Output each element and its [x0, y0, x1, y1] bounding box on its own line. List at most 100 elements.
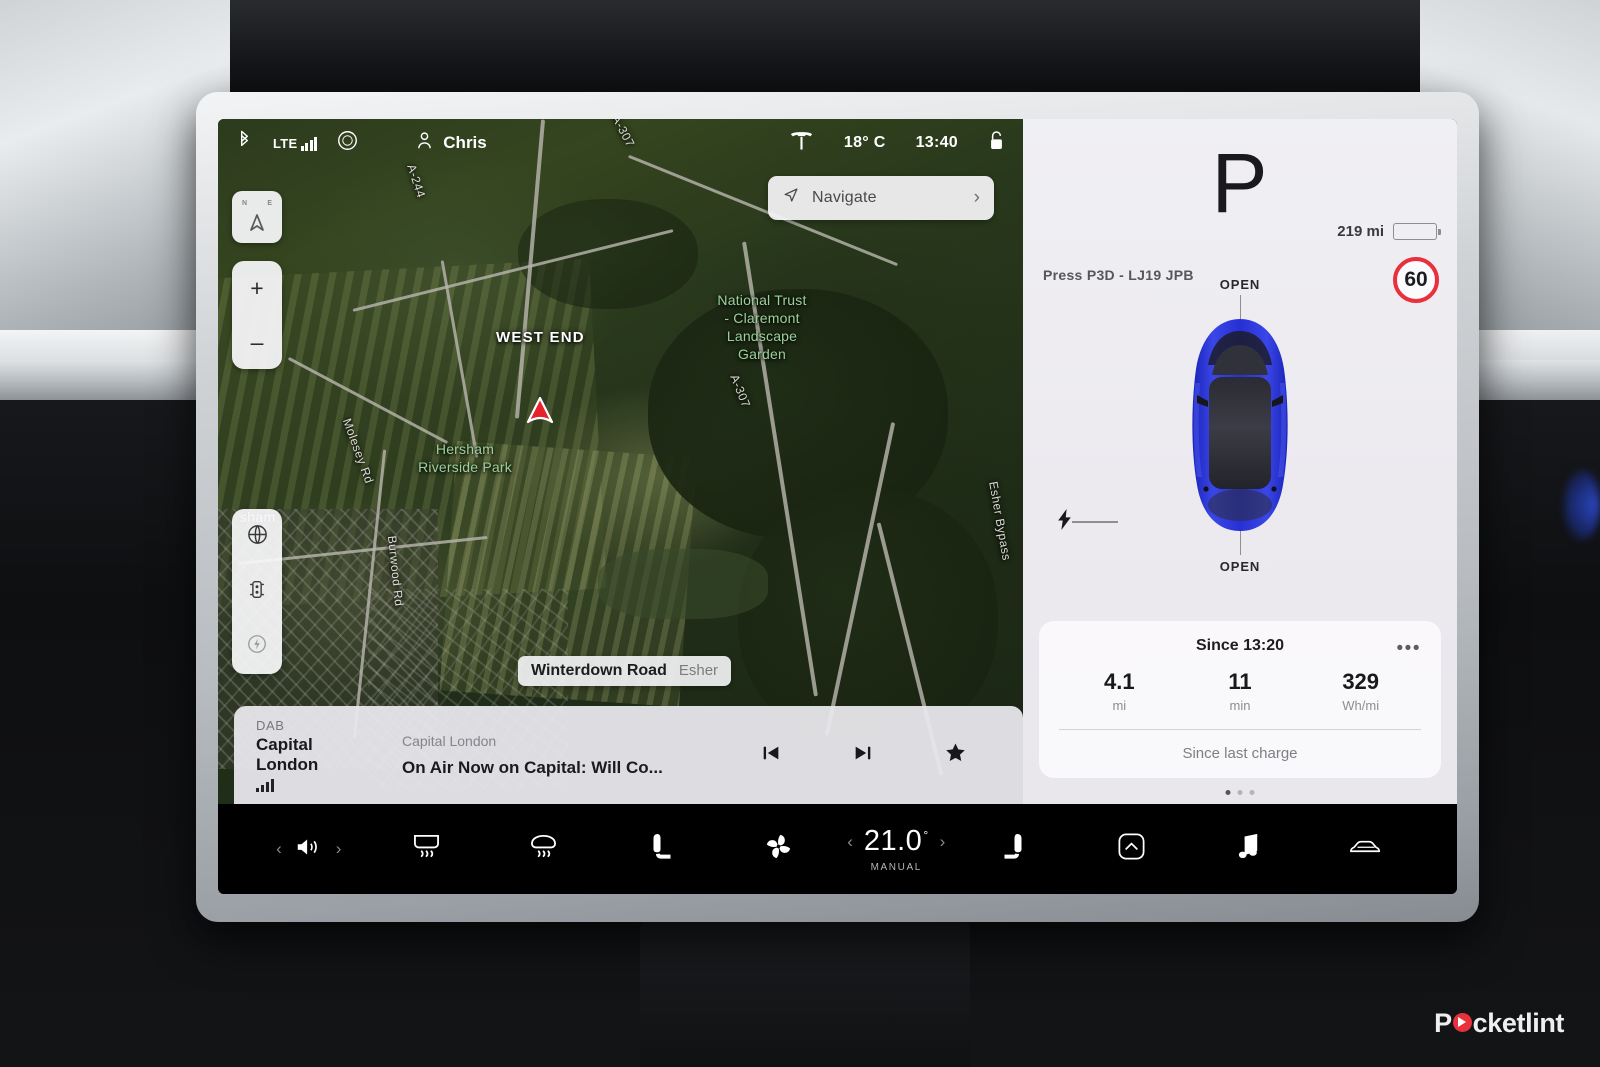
traffic-button[interactable] — [232, 564, 282, 619]
map-zoom-controls[interactable]: + – — [232, 261, 282, 369]
fan-button[interactable] — [720, 831, 838, 867]
trip-stat-value: 11 — [1228, 669, 1252, 694]
trip-since-last-charge[interactable]: Since last charge — [1059, 729, 1421, 778]
map-layer-controls[interactable] — [232, 509, 282, 674]
charging-stations-button[interactable] — [232, 619, 282, 674]
app-launcher-icon — [1116, 831, 1147, 867]
range-value: 219 mi — [1337, 223, 1384, 240]
car-controls-button[interactable] — [1308, 835, 1426, 864]
watermark-play-icon — [1452, 1013, 1472, 1032]
climate-mode-label: MANUAL — [870, 862, 922, 873]
trip-stats-card[interactable]: Since 13:20 ••• 4.1 mi 11 min 329 Wh/mi — [1039, 621, 1441, 778]
battery-range-indicator[interactable]: 219 mi — [1337, 223, 1441, 240]
app-launcher-button[interactable] — [1073, 831, 1191, 867]
navigation-arrow-icon — [782, 187, 799, 209]
gear-indicator: P — [1211, 136, 1269, 230]
zoom-in-button[interactable]: + — [232, 261, 282, 315]
rear-defrost-icon — [410, 833, 443, 865]
previous-track-button[interactable] — [725, 742, 817, 769]
trip-card-header: Since 13:20 ••• — [1059, 637, 1421, 659]
trunk-open-label[interactable]: OPEN — [1220, 559, 1260, 574]
map-compass-button[interactable]: N E — [232, 191, 282, 243]
right-seat-heater-button[interactable] — [955, 832, 1073, 867]
frunk-leader-line — [1240, 295, 1242, 319]
temperature-control[interactable]: ‹ 21.0° › MANUAL — [838, 825, 956, 873]
center-console — [640, 920, 970, 1067]
globe-icon — [246, 523, 269, 551]
trip-stat-efficiency: 329 Wh/mi — [1300, 669, 1421, 713]
trunk-leader-line — [1240, 531, 1242, 555]
seat-heater-icon — [1000, 832, 1027, 867]
media-track-title: On Air Now on Capital: Will Co... — [402, 757, 663, 777]
main-area: WEST END National Trust - Claremont Landsc… — [218, 119, 1457, 804]
compass-north-label: N — [242, 200, 248, 207]
river — [598, 549, 768, 619]
trip-stat-distance: 4.1 mi — [1059, 669, 1180, 713]
media-player-bar[interactable]: DAB Capital London Capital London On Air … — [234, 706, 1023, 804]
volume-icon[interactable] — [294, 835, 324, 864]
charge-port-bolt-icon — [1057, 509, 1072, 535]
street-name: Winterdown Road — [531, 662, 667, 679]
more-options-icon[interactable]: ••• — [1397, 638, 1421, 660]
lock-icon[interactable] — [988, 130, 1005, 156]
page-dot[interactable] — [1237, 790, 1243, 795]
charge-port-indicator[interactable] — [1057, 509, 1118, 535]
trip-stat-unit: Wh/mi — [1342, 698, 1380, 713]
chevron-right-icon: › — [973, 187, 980, 208]
blue-light-reflection — [1564, 470, 1600, 540]
previous-track-icon — [760, 742, 782, 769]
charge-port-leader-line — [1072, 521, 1118, 523]
traffic-light-icon — [246, 578, 268, 606]
volume-control[interactable]: ‹ › — [250, 835, 368, 864]
media-now-playing: Capital London On Air Now on Capital: Wi… — [374, 733, 725, 778]
profile-icon — [416, 131, 433, 155]
media-controls[interactable] — [725, 741, 1001, 769]
chevron-right-icon[interactable]: › — [336, 839, 342, 859]
media-button[interactable] — [1190, 832, 1308, 866]
dashcam-icon[interactable] — [337, 130, 358, 156]
chevron-left-icon[interactable]: ‹ — [276, 839, 282, 859]
woodland — [518, 199, 698, 309]
page-dot[interactable] — [1225, 790, 1231, 795]
vehicle-status-pane[interactable]: P 219 mi Press P3D - LJ19 JPB 60 OPEN OP… — [1023, 119, 1457, 804]
profile-button[interactable]: Chris — [416, 131, 487, 155]
watermark-text-after: cketlint — [1472, 1008, 1565, 1038]
dashboard-top — [0, 0, 1600, 100]
chevron-left-icon[interactable]: ‹ — [847, 832, 853, 852]
page-dot[interactable] — [1249, 790, 1255, 795]
seat-heater-icon — [648, 832, 675, 867]
navigate-label: Navigate — [812, 189, 877, 206]
touchscreen-display: WEST END National Trust - Claremont Landsc… — [218, 119, 1457, 894]
signal-strength-icon — [256, 778, 374, 792]
favorite-button[interactable] — [909, 741, 1001, 769]
status-bar: LTE Chris 18° C 13:40 — [218, 119, 1023, 167]
map-pane[interactable]: WEST END National Trust - Claremont Landsc… — [218, 119, 1023, 804]
watermark-text-before: P — [1434, 1008, 1452, 1038]
zoom-out-button[interactable]: – — [232, 315, 282, 369]
next-track-button[interactable] — [817, 742, 909, 769]
battery-icon — [1393, 223, 1441, 240]
climate-control-bar[interactable]: ‹ › ‹ 21.0° › MANUAL — [218, 804, 1457, 894]
bluetooth-icon[interactable] — [236, 130, 253, 156]
frunk-open-label[interactable]: OPEN — [1220, 277, 1260, 292]
fan-icon — [763, 831, 794, 867]
panel-page-indicator[interactable] — [1225, 790, 1255, 795]
next-track-icon — [852, 742, 874, 769]
favorite-star-icon — [944, 741, 967, 769]
front-defrost-button[interactable] — [485, 833, 603, 865]
navigate-button[interactable]: Navigate › — [768, 176, 994, 220]
satellite-view-button[interactable] — [232, 509, 282, 564]
chevron-right-icon[interactable]: › — [940, 832, 946, 852]
music-note-icon — [1235, 832, 1262, 866]
compass-east-label: E — [267, 200, 272, 207]
speed-limit-sign: 60 — [1393, 257, 1439, 303]
rear-defrost-button[interactable] — [368, 833, 486, 865]
media-station-name: Capital London — [256, 735, 319, 774]
tesla-model3-top-view-icon[interactable] — [1182, 317, 1298, 533]
current-street-indicator: Winterdown Road Esher — [518, 656, 732, 686]
left-seat-heater-button[interactable] — [603, 832, 721, 867]
media-station-info: DAB Capital London — [256, 718, 374, 792]
trip-stat-value: 329 — [1342, 669, 1380, 694]
charging-bolt-icon — [246, 633, 268, 660]
trip-stats-row: 4.1 mi 11 min 329 Wh/mi — [1059, 669, 1421, 729]
